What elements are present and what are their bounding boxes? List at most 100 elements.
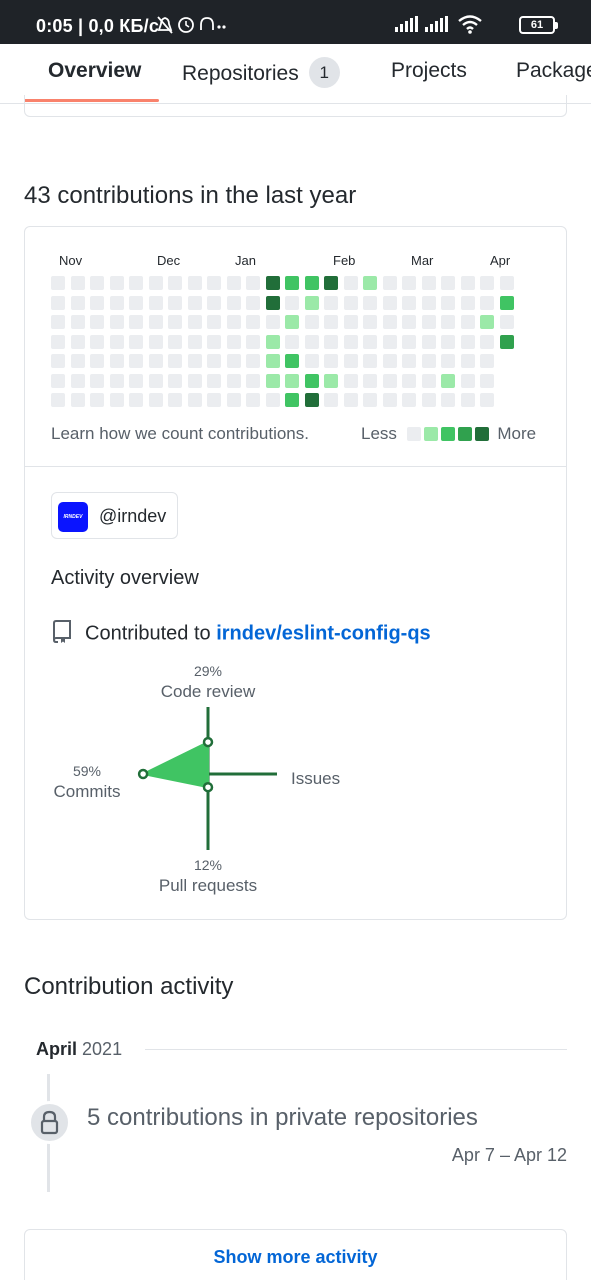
contribution-day[interactable] (148, 334, 163, 349)
contribution-day[interactable] (168, 295, 182, 310)
contribution-day[interactable] (402, 354, 416, 368)
contribution-day[interactable] (499, 295, 514, 310)
contribution-day[interactable] (109, 276, 124, 290)
learn-contributions-link[interactable]: Learn how we count contributions. (51, 424, 309, 444)
contribution-day[interactable] (226, 354, 241, 368)
contribution-day[interactable] (90, 276, 104, 290)
contribution-day[interactable] (129, 393, 143, 407)
contribution-day[interactable] (51, 393, 65, 407)
contribution-day[interactable] (246, 315, 260, 329)
contribution-day[interactable] (51, 334, 65, 349)
contribution-day[interactable] (363, 334, 377, 349)
contribution-day[interactable] (168, 276, 182, 290)
contribution-day[interactable] (207, 354, 221, 368)
contribution-day[interactable] (168, 373, 182, 388)
repo-link[interactable]: irndev/eslint-config-qs (216, 622, 430, 644)
contribution-day[interactable] (343, 276, 358, 290)
contribution-day[interactable] (207, 315, 221, 329)
contribution-day[interactable] (51, 276, 65, 290)
contribution-day[interactable] (187, 393, 202, 407)
contribution-day[interactable] (402, 373, 416, 388)
contribution-day[interactable] (109, 373, 124, 388)
contribution-day[interactable] (363, 393, 377, 407)
tab-overview[interactable]: Overview (48, 59, 141, 83)
contribution-day[interactable] (90, 315, 104, 329)
contribution-day[interactable] (343, 354, 358, 368)
contribution-day[interactable] (460, 393, 475, 407)
contribution-day[interactable] (226, 276, 241, 290)
contribution-day[interactable] (382, 354, 397, 368)
contribution-day[interactable] (246, 276, 260, 290)
contribution-day[interactable] (70, 276, 85, 290)
contribution-day[interactable] (129, 315, 143, 329)
contribution-day[interactable] (70, 315, 85, 329)
contribution-day[interactable] (324, 295, 338, 310)
contribution-day[interactable] (343, 295, 358, 310)
contribution-day[interactable] (207, 393, 221, 407)
contribution-day[interactable] (499, 334, 514, 349)
contribution-day[interactable] (382, 393, 397, 407)
contribution-day[interactable] (187, 373, 202, 388)
contribution-day[interactable] (343, 373, 358, 388)
contribution-day[interactable] (265, 373, 280, 388)
contribution-day[interactable] (480, 276, 494, 290)
contribution-day[interactable] (402, 276, 416, 290)
contribution-day[interactable] (441, 315, 455, 329)
contribution-day[interactable] (324, 276, 338, 290)
contribution-day[interactable] (421, 354, 436, 368)
contribution-day[interactable] (70, 295, 85, 310)
contribution-day[interactable] (51, 373, 65, 388)
contribution-day[interactable] (421, 315, 436, 329)
tab-repositories[interactable]: Repositories 1 (182, 57, 340, 90)
contribution-day[interactable] (148, 373, 163, 388)
contribution-day[interactable] (324, 315, 338, 329)
show-more-activity-button[interactable]: Show more activity (24, 1229, 567, 1280)
contribution-day[interactable] (363, 315, 377, 329)
contribution-day[interactable] (187, 334, 202, 349)
contribution-day[interactable] (246, 334, 260, 349)
contribution-day[interactable] (402, 295, 416, 310)
contribution-day[interactable] (246, 354, 260, 368)
contribution-day[interactable] (129, 373, 143, 388)
contribution-day[interactable] (304, 315, 319, 329)
contribution-day[interactable] (304, 276, 319, 290)
contribution-day[interactable] (499, 315, 514, 329)
contribution-day[interactable] (109, 295, 124, 310)
contribution-day[interactable] (343, 393, 358, 407)
contribution-day[interactable] (304, 295, 319, 310)
contribution-day[interactable] (421, 393, 436, 407)
contribution-day[interactable] (246, 295, 260, 310)
contribution-day[interactable] (187, 276, 202, 290)
contribution-day[interactable] (441, 373, 455, 388)
contribution-day[interactable] (441, 334, 455, 349)
contribution-day[interactable] (246, 373, 260, 388)
contribution-day[interactable] (51, 315, 65, 329)
contribution-day[interactable] (285, 276, 299, 290)
contribution-day[interactable] (148, 295, 163, 310)
contribution-day[interactable] (207, 373, 221, 388)
contribution-day[interactable] (499, 276, 514, 290)
org-filter-button[interactable]: IRNDEV @irndev (51, 492, 178, 539)
contribution-day[interactable] (460, 315, 475, 329)
contribution-day[interactable] (480, 295, 494, 310)
contribution-day[interactable] (265, 354, 280, 368)
contribution-day[interactable] (441, 276, 455, 290)
contribution-day[interactable] (265, 334, 280, 349)
contribution-day[interactable] (363, 276, 377, 290)
contribution-day[interactable] (285, 315, 299, 329)
contribution-day[interactable] (460, 276, 475, 290)
contribution-day[interactable] (363, 373, 377, 388)
contribution-day[interactable] (207, 276, 221, 290)
contribution-day[interactable] (226, 295, 241, 310)
contribution-day[interactable] (109, 315, 124, 329)
contribution-day[interactable] (382, 373, 397, 388)
contribution-day[interactable] (226, 315, 241, 329)
contribution-day[interactable] (148, 393, 163, 407)
contribution-day[interactable] (480, 315, 494, 329)
contribution-day[interactable] (187, 354, 202, 368)
private-contributions-text[interactable]: 5 contributions in private repositories (87, 1104, 478, 1132)
contribution-day[interactable] (285, 354, 299, 368)
contribution-day[interactable] (304, 354, 319, 368)
contribution-day[interactable] (246, 393, 260, 407)
contribution-day[interactable] (421, 295, 436, 310)
